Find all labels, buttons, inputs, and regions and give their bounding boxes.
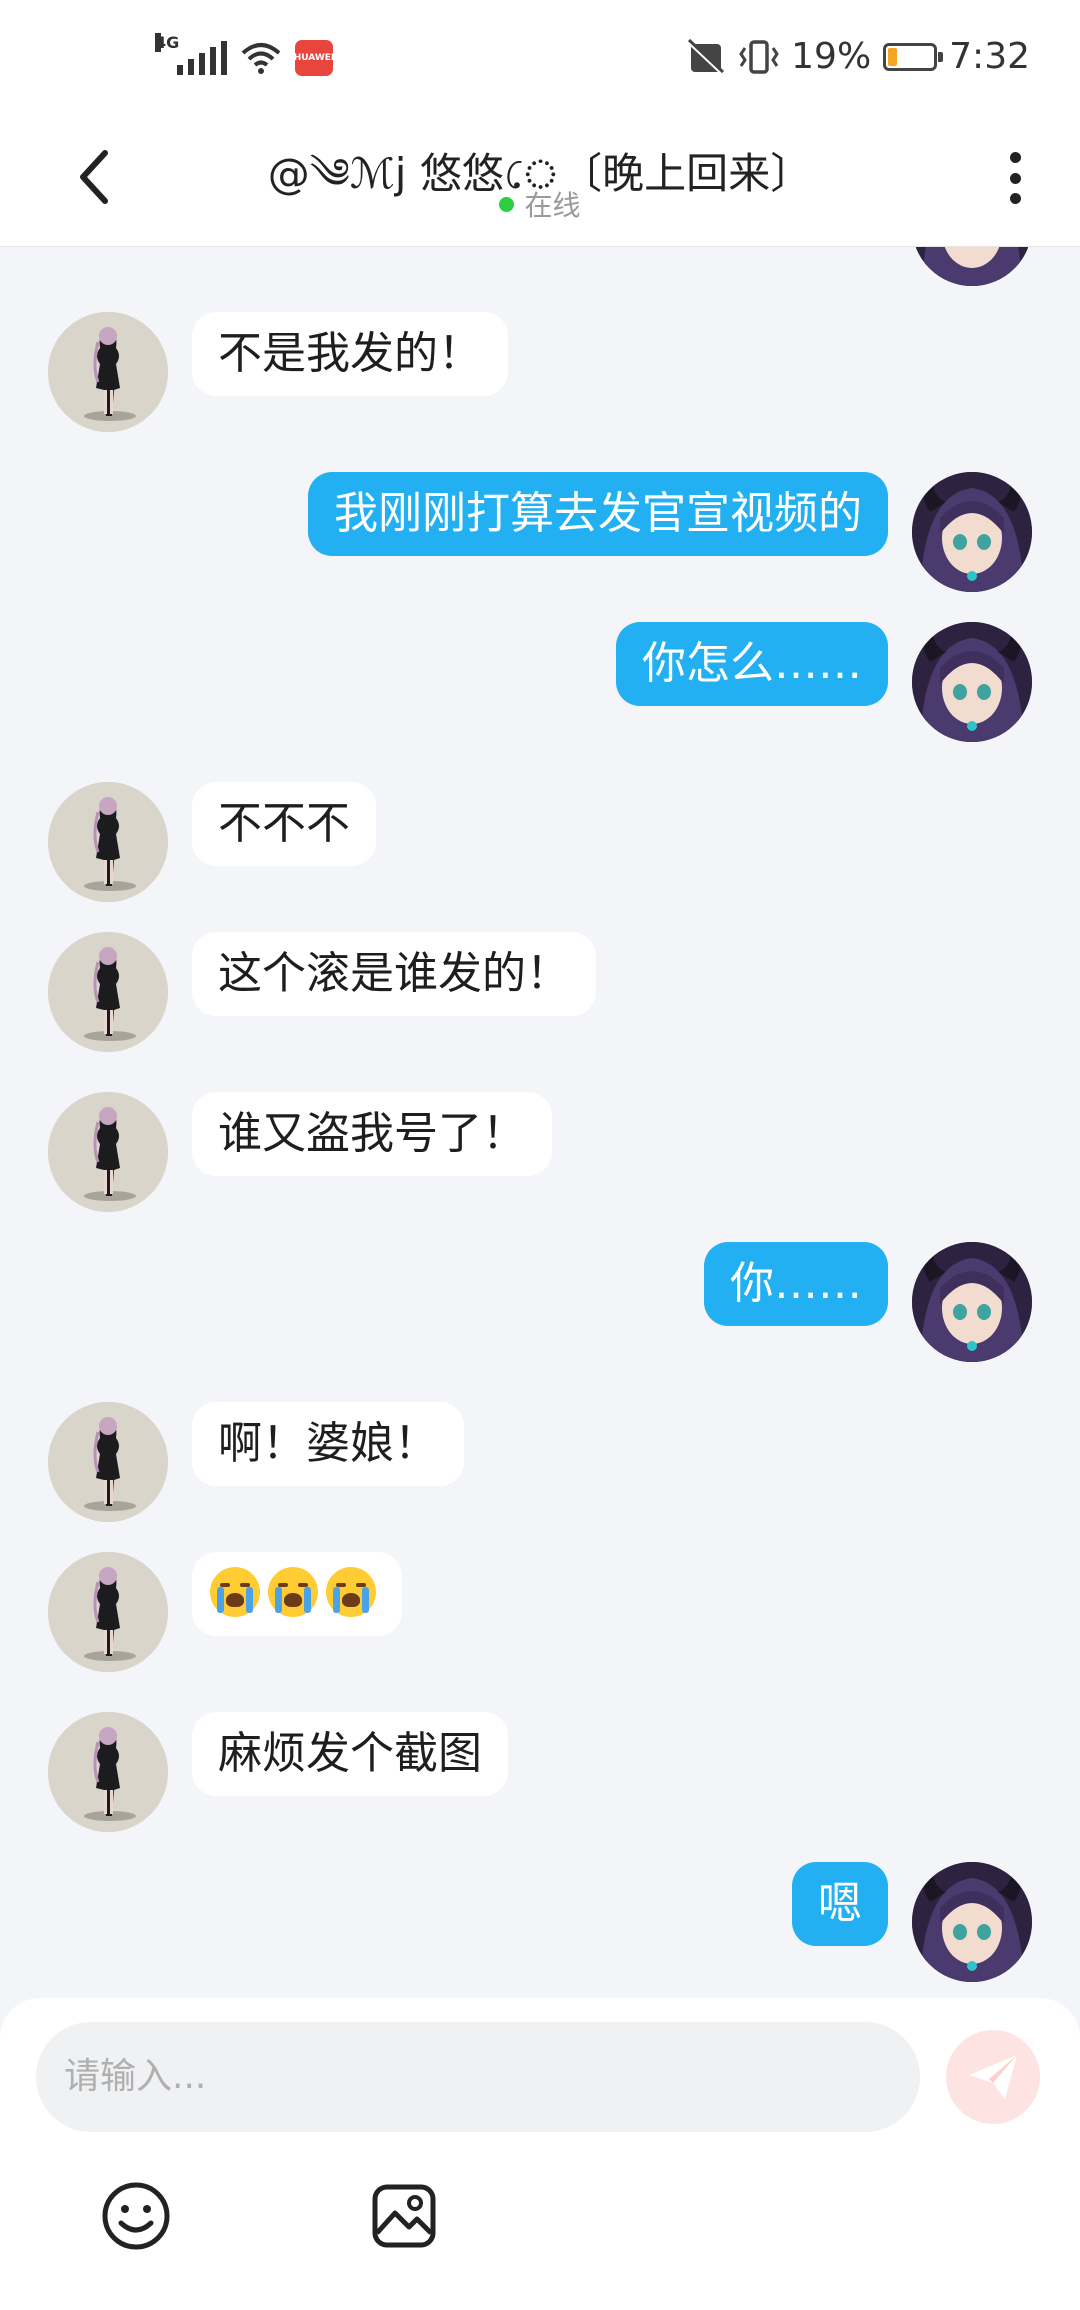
- wifi-icon: [241, 43, 281, 74]
- my-avatar[interactable]: [912, 472, 1032, 592]
- chat-header: @༄ℳj 悠悠ে〔晚上回来〕 在线: [0, 120, 1080, 247]
- received-message-row: 这个滚是谁发的！: [0, 932, 1080, 1052]
- more-dot: [1009, 152, 1021, 163]
- message-bubble[interactable]: 这个滚是谁发的！: [192, 932, 596, 1016]
- received-message-row: 啊！婆娘！: [0, 1402, 1080, 1522]
- message-list[interactable]: 不是我发的！ 我刚刚打算去发官宣视频的你怎么…… 不不不这个滚是谁发的！ 谁又盗我号了…: [0, 246, 1080, 1998]
- emoji-message-bubble[interactable]: [192, 1552, 402, 1636]
- more-dot: [1009, 172, 1021, 184]
- received-message-row: 不是我发的！: [0, 312, 1080, 432]
- sent-message-row: 嗯: [0, 1862, 1080, 1982]
- contact-avatar[interactable]: [48, 1552, 168, 1672]
- image-icon: [372, 2184, 436, 2248]
- message-bubble[interactable]: 谁又盗我号了！: [192, 1092, 552, 1176]
- message-bubble[interactable]: 我刚刚打算去发官宣视频的: [308, 472, 888, 556]
- huawei-appgallery-icon: HUAWEI: [294, 40, 334, 76]
- message-bubble[interactable]: 你……: [704, 1242, 888, 1326]
- online-status: 在线: [0, 184, 1080, 224]
- loudly-crying-face-icon: [268, 1567, 318, 1617]
- battery-percent: 19%: [791, 36, 872, 77]
- my-avatar[interactable]: [912, 622, 1032, 742]
- smiley-icon: [102, 2182, 170, 2250]
- message-bubble[interactable]: 啊！婆娘！: [192, 1402, 464, 1486]
- vibrate-icon: [739, 39, 779, 74]
- contact-avatar[interactable]: [48, 932, 168, 1052]
- received-message-row: 谁又盗我号了！: [0, 1092, 1080, 1212]
- message-bubble[interactable]: 麻烦发个截图: [192, 1712, 508, 1796]
- my-avatar[interactable]: [912, 246, 1032, 286]
- send-button[interactable]: [946, 2030, 1040, 2124]
- send-paper-plane-icon: [969, 2055, 1017, 2099]
- sent-message-row: 你怎么……: [0, 622, 1080, 742]
- loudly-crying-face-icon: [210, 1567, 260, 1617]
- status-bar: 4G HUAWEI 19% 7:32: [0, 0, 1080, 120]
- online-dot-icon: [499, 196, 515, 212]
- message-bubble[interactable]: 嗯: [792, 1862, 888, 1946]
- received-message-row: 不不不: [0, 782, 1080, 902]
- message-bubble[interactable]: 不不不: [192, 782, 376, 866]
- contact-avatar[interactable]: [48, 782, 168, 902]
- sent-message-row: 我刚刚打算去发官宣视频的: [0, 472, 1080, 592]
- my-avatar[interactable]: [912, 1242, 1032, 1362]
- battery-icon: [883, 42, 944, 71]
- contact-avatar[interactable]: [48, 312, 168, 432]
- message-input[interactable]: 请输入...: [36, 2022, 920, 2132]
- image-button[interactable]: [366, 2178, 442, 2254]
- sent-message-row: 你……: [0, 1242, 1080, 1362]
- cellular-signal-icon: 4G: [155, 33, 227, 75]
- my-avatar[interactable]: [912, 1862, 1032, 1982]
- message-bubble[interactable]: 不是我发的！: [192, 312, 508, 396]
- clock: 7:32: [949, 36, 1030, 77]
- input-panel: 请输入...: [0, 1998, 1080, 2310]
- received-message-row: 麻烦发个截图: [0, 1712, 1080, 1832]
- no-sim-icon: [687, 38, 725, 75]
- emoji-button[interactable]: [98, 2178, 174, 2254]
- received-message-row: [0, 1552, 1080, 1672]
- contact-avatar[interactable]: [48, 1402, 168, 1522]
- contact-avatar[interactable]: [48, 1712, 168, 1832]
- more-options-button[interactable]: [990, 148, 1040, 208]
- contact-avatar[interactable]: [48, 1092, 168, 1212]
- message-bubble[interactable]: 你怎么……: [616, 622, 888, 706]
- more-dot: [1009, 193, 1021, 204]
- online-status-label: 在线: [524, 189, 581, 222]
- battery-level-fill: [888, 47, 897, 66]
- loudly-crying-face-icon: [326, 1567, 376, 1617]
- network-type: 4G: [155, 33, 180, 52]
